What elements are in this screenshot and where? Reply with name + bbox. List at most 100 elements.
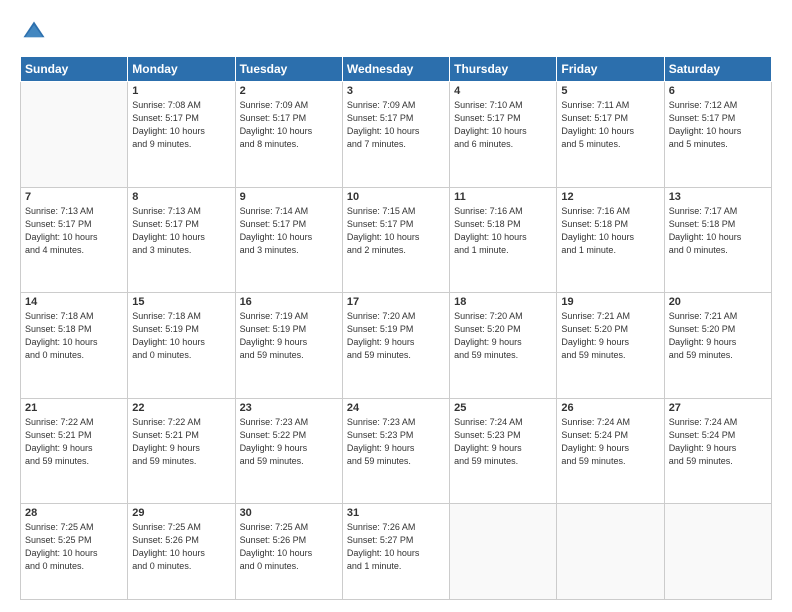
day-number: 15 [132, 296, 230, 308]
calendar-cell: 6Sunrise: 7:12 AM Sunset: 5:17 PM Daylig… [664, 82, 771, 188]
calendar-cell: 21 Sunrise: 7:22 AM Sunset: 5:21 PM Dayli… [21, 398, 128, 504]
header [20, 18, 772, 46]
week-row-5: 28 Sunrise: 7:25 AM Sunset: 5:25 PM Dayli… [21, 504, 772, 600]
calendar-cell [557, 504, 664, 600]
weekday-header-wednesday: Wednesday [342, 57, 449, 82]
day-info: Sunrise: 7:08 AM Sunset: 5:17 PM Dayligh… [132, 99, 230, 151]
day-info: Sunrise: 7:23 AM Sunset: 5:23 PM Dayligh… [347, 416, 445, 468]
day-number: 28 [25, 507, 123, 519]
day-number: 30 [240, 507, 338, 519]
week-row-2: 7 Sunrise: 7:13 AM Sunset: 5:17 PM Daylig… [21, 187, 772, 293]
calendar-cell: 20Sunrise: 7:21 AM Sunset: 5:20 PM Dayli… [664, 293, 771, 399]
weekday-header-saturday: Saturday [664, 57, 771, 82]
calendar-cell [21, 82, 128, 188]
day-info: Sunrise: 7:24 AM Sunset: 5:24 PM Dayligh… [669, 416, 767, 468]
day-number: 5 [561, 85, 659, 97]
day-number: 9 [240, 191, 338, 203]
week-row-1: 1 Sunrise: 7:08 AM Sunset: 5:17 PM Daylig… [21, 82, 772, 188]
day-info: Sunrise: 7:16 AM Sunset: 5:18 PM Dayligh… [454, 205, 552, 257]
day-number: 16 [240, 296, 338, 308]
calendar-cell: 27 Sunrise: 7:24 AM Sunset: 5:24 PM Dayli… [664, 398, 771, 504]
calendar-cell: 12 Sunrise: 7:16 AM Sunset: 5:18 PM Dayli… [557, 187, 664, 293]
day-info: Sunrise: 7:13 AM Sunset: 5:17 PM Dayligh… [132, 205, 230, 257]
day-info: Sunrise: 7:17 AM Sunset: 5:18 PM Dayligh… [669, 205, 767, 257]
day-number: 4 [454, 85, 552, 97]
day-number: 31 [347, 507, 445, 519]
day-number: 23 [240, 402, 338, 414]
day-number: 14 [25, 296, 123, 308]
calendar-cell: 3 Sunrise: 7:09 AM Sunset: 5:17 PM Daylig… [342, 82, 449, 188]
day-number: 11 [454, 191, 552, 203]
page: SundayMondayTuesdayWednesdayThursdayFrid… [0, 0, 792, 612]
calendar-cell: 28 Sunrise: 7:25 AM Sunset: 5:25 PM Dayli… [21, 504, 128, 600]
calendar-cell: 16 Sunrise: 7:19 AM Sunset: 5:19 PM Dayli… [235, 293, 342, 399]
day-number: 29 [132, 507, 230, 519]
calendar-cell: 26 Sunrise: 7:24 AM Sunset: 5:24 PM Dayli… [557, 398, 664, 504]
calendar-cell: 11 Sunrise: 7:16 AM Sunset: 5:18 PM Dayli… [450, 187, 557, 293]
calendar: SundayMondayTuesdayWednesdayThursdayFrid… [20, 56, 772, 600]
day-info: Sunrise: 7:20 AM Sunset: 5:19 PM Dayligh… [347, 310, 445, 362]
day-info: Sunrise: 7:16 AM Sunset: 5:18 PM Dayligh… [561, 205, 659, 257]
day-number: 21 [25, 402, 123, 414]
day-info: Sunrise: 7:18 AM Sunset: 5:19 PM Dayligh… [132, 310, 230, 362]
week-row-4: 21 Sunrise: 7:22 AM Sunset: 5:21 PM Dayli… [21, 398, 772, 504]
day-number: 2 [240, 85, 338, 97]
day-info: Sunrise: 7:13 AM Sunset: 5:17 PM Dayligh… [25, 205, 123, 257]
week-row-3: 14 Sunrise: 7:18 AM Sunset: 5:18 PM Dayli… [21, 293, 772, 399]
day-info: Sunrise: 7:26 AM Sunset: 5:27 PM Dayligh… [347, 521, 445, 573]
calendar-cell [664, 504, 771, 600]
weekday-header-thursday: Thursday [450, 57, 557, 82]
weekday-header-sunday: Sunday [21, 57, 128, 82]
weekday-header-tuesday: Tuesday [235, 57, 342, 82]
logo-icon [20, 18, 48, 46]
calendar-cell: 17 Sunrise: 7:20 AM Sunset: 5:19 PM Dayli… [342, 293, 449, 399]
day-info: Sunrise: 7:15 AM Sunset: 5:17 PM Dayligh… [347, 205, 445, 257]
calendar-cell: 30 Sunrise: 7:25 AM Sunset: 5:26 PM Dayli… [235, 504, 342, 600]
calendar-cell: 5 Sunrise: 7:11 AM Sunset: 5:17 PM Daylig… [557, 82, 664, 188]
day-info: Sunrise: 7:09 AM Sunset: 5:17 PM Dayligh… [240, 99, 338, 151]
calendar-cell: 7 Sunrise: 7:13 AM Sunset: 5:17 PM Daylig… [21, 187, 128, 293]
calendar-cell: 8 Sunrise: 7:13 AM Sunset: 5:17 PM Daylig… [128, 187, 235, 293]
day-info: Sunrise: 7:11 AM Sunset: 5:17 PM Dayligh… [561, 99, 659, 151]
weekday-header-friday: Friday [557, 57, 664, 82]
calendar-cell: 9Sunrise: 7:14 AM Sunset: 5:17 PM Daylig… [235, 187, 342, 293]
weekday-header-row: SundayMondayTuesdayWednesdayThursdayFrid… [21, 57, 772, 82]
day-info: Sunrise: 7:22 AM Sunset: 5:21 PM Dayligh… [132, 416, 230, 468]
day-number: 26 [561, 402, 659, 414]
day-info: Sunrise: 7:09 AM Sunset: 5:17 PM Dayligh… [347, 99, 445, 151]
day-number: 18 [454, 296, 552, 308]
day-info: Sunrise: 7:18 AM Sunset: 5:18 PM Dayligh… [25, 310, 123, 362]
calendar-cell: 4Sunrise: 7:10 AM Sunset: 5:17 PM Daylig… [450, 82, 557, 188]
day-number: 20 [669, 296, 767, 308]
day-number: 17 [347, 296, 445, 308]
day-info: Sunrise: 7:19 AM Sunset: 5:19 PM Dayligh… [240, 310, 338, 362]
day-info: Sunrise: 7:25 AM Sunset: 5:25 PM Dayligh… [25, 521, 123, 573]
calendar-cell: 19Sunrise: 7:21 AM Sunset: 5:20 PM Dayli… [557, 293, 664, 399]
day-number: 22 [132, 402, 230, 414]
day-number: 12 [561, 191, 659, 203]
calendar-cell: 14 Sunrise: 7:18 AM Sunset: 5:18 PM Dayli… [21, 293, 128, 399]
calendar-cell: 10Sunrise: 7:15 AM Sunset: 5:17 PM Dayli… [342, 187, 449, 293]
day-number: 1 [132, 85, 230, 97]
weekday-header-monday: Monday [128, 57, 235, 82]
calendar-cell [450, 504, 557, 600]
day-number: 13 [669, 191, 767, 203]
calendar-cell: 29Sunrise: 7:25 AM Sunset: 5:26 PM Dayli… [128, 504, 235, 600]
day-number: 27 [669, 402, 767, 414]
day-number: 7 [25, 191, 123, 203]
day-info: Sunrise: 7:24 AM Sunset: 5:24 PM Dayligh… [561, 416, 659, 468]
day-number: 24 [347, 402, 445, 414]
calendar-cell: 23Sunrise: 7:23 AM Sunset: 5:22 PM Dayli… [235, 398, 342, 504]
day-info: Sunrise: 7:25 AM Sunset: 5:26 PM Dayligh… [240, 521, 338, 573]
calendar-cell: 2 Sunrise: 7:09 AM Sunset: 5:17 PM Daylig… [235, 82, 342, 188]
calendar-cell: 25Sunrise: 7:24 AM Sunset: 5:23 PM Dayli… [450, 398, 557, 504]
day-number: 8 [132, 191, 230, 203]
day-info: Sunrise: 7:22 AM Sunset: 5:21 PM Dayligh… [25, 416, 123, 468]
day-number: 3 [347, 85, 445, 97]
calendar-cell: 22 Sunrise: 7:22 AM Sunset: 5:21 PM Dayli… [128, 398, 235, 504]
calendar-cell: 1 Sunrise: 7:08 AM Sunset: 5:17 PM Daylig… [128, 82, 235, 188]
day-info: Sunrise: 7:20 AM Sunset: 5:20 PM Dayligh… [454, 310, 552, 362]
calendar-cell: 31 Sunrise: 7:26 AM Sunset: 5:27 PM Dayli… [342, 504, 449, 600]
day-info: Sunrise: 7:12 AM Sunset: 5:17 PM Dayligh… [669, 99, 767, 151]
calendar-cell: 24 Sunrise: 7:23 AM Sunset: 5:23 PM Dayli… [342, 398, 449, 504]
